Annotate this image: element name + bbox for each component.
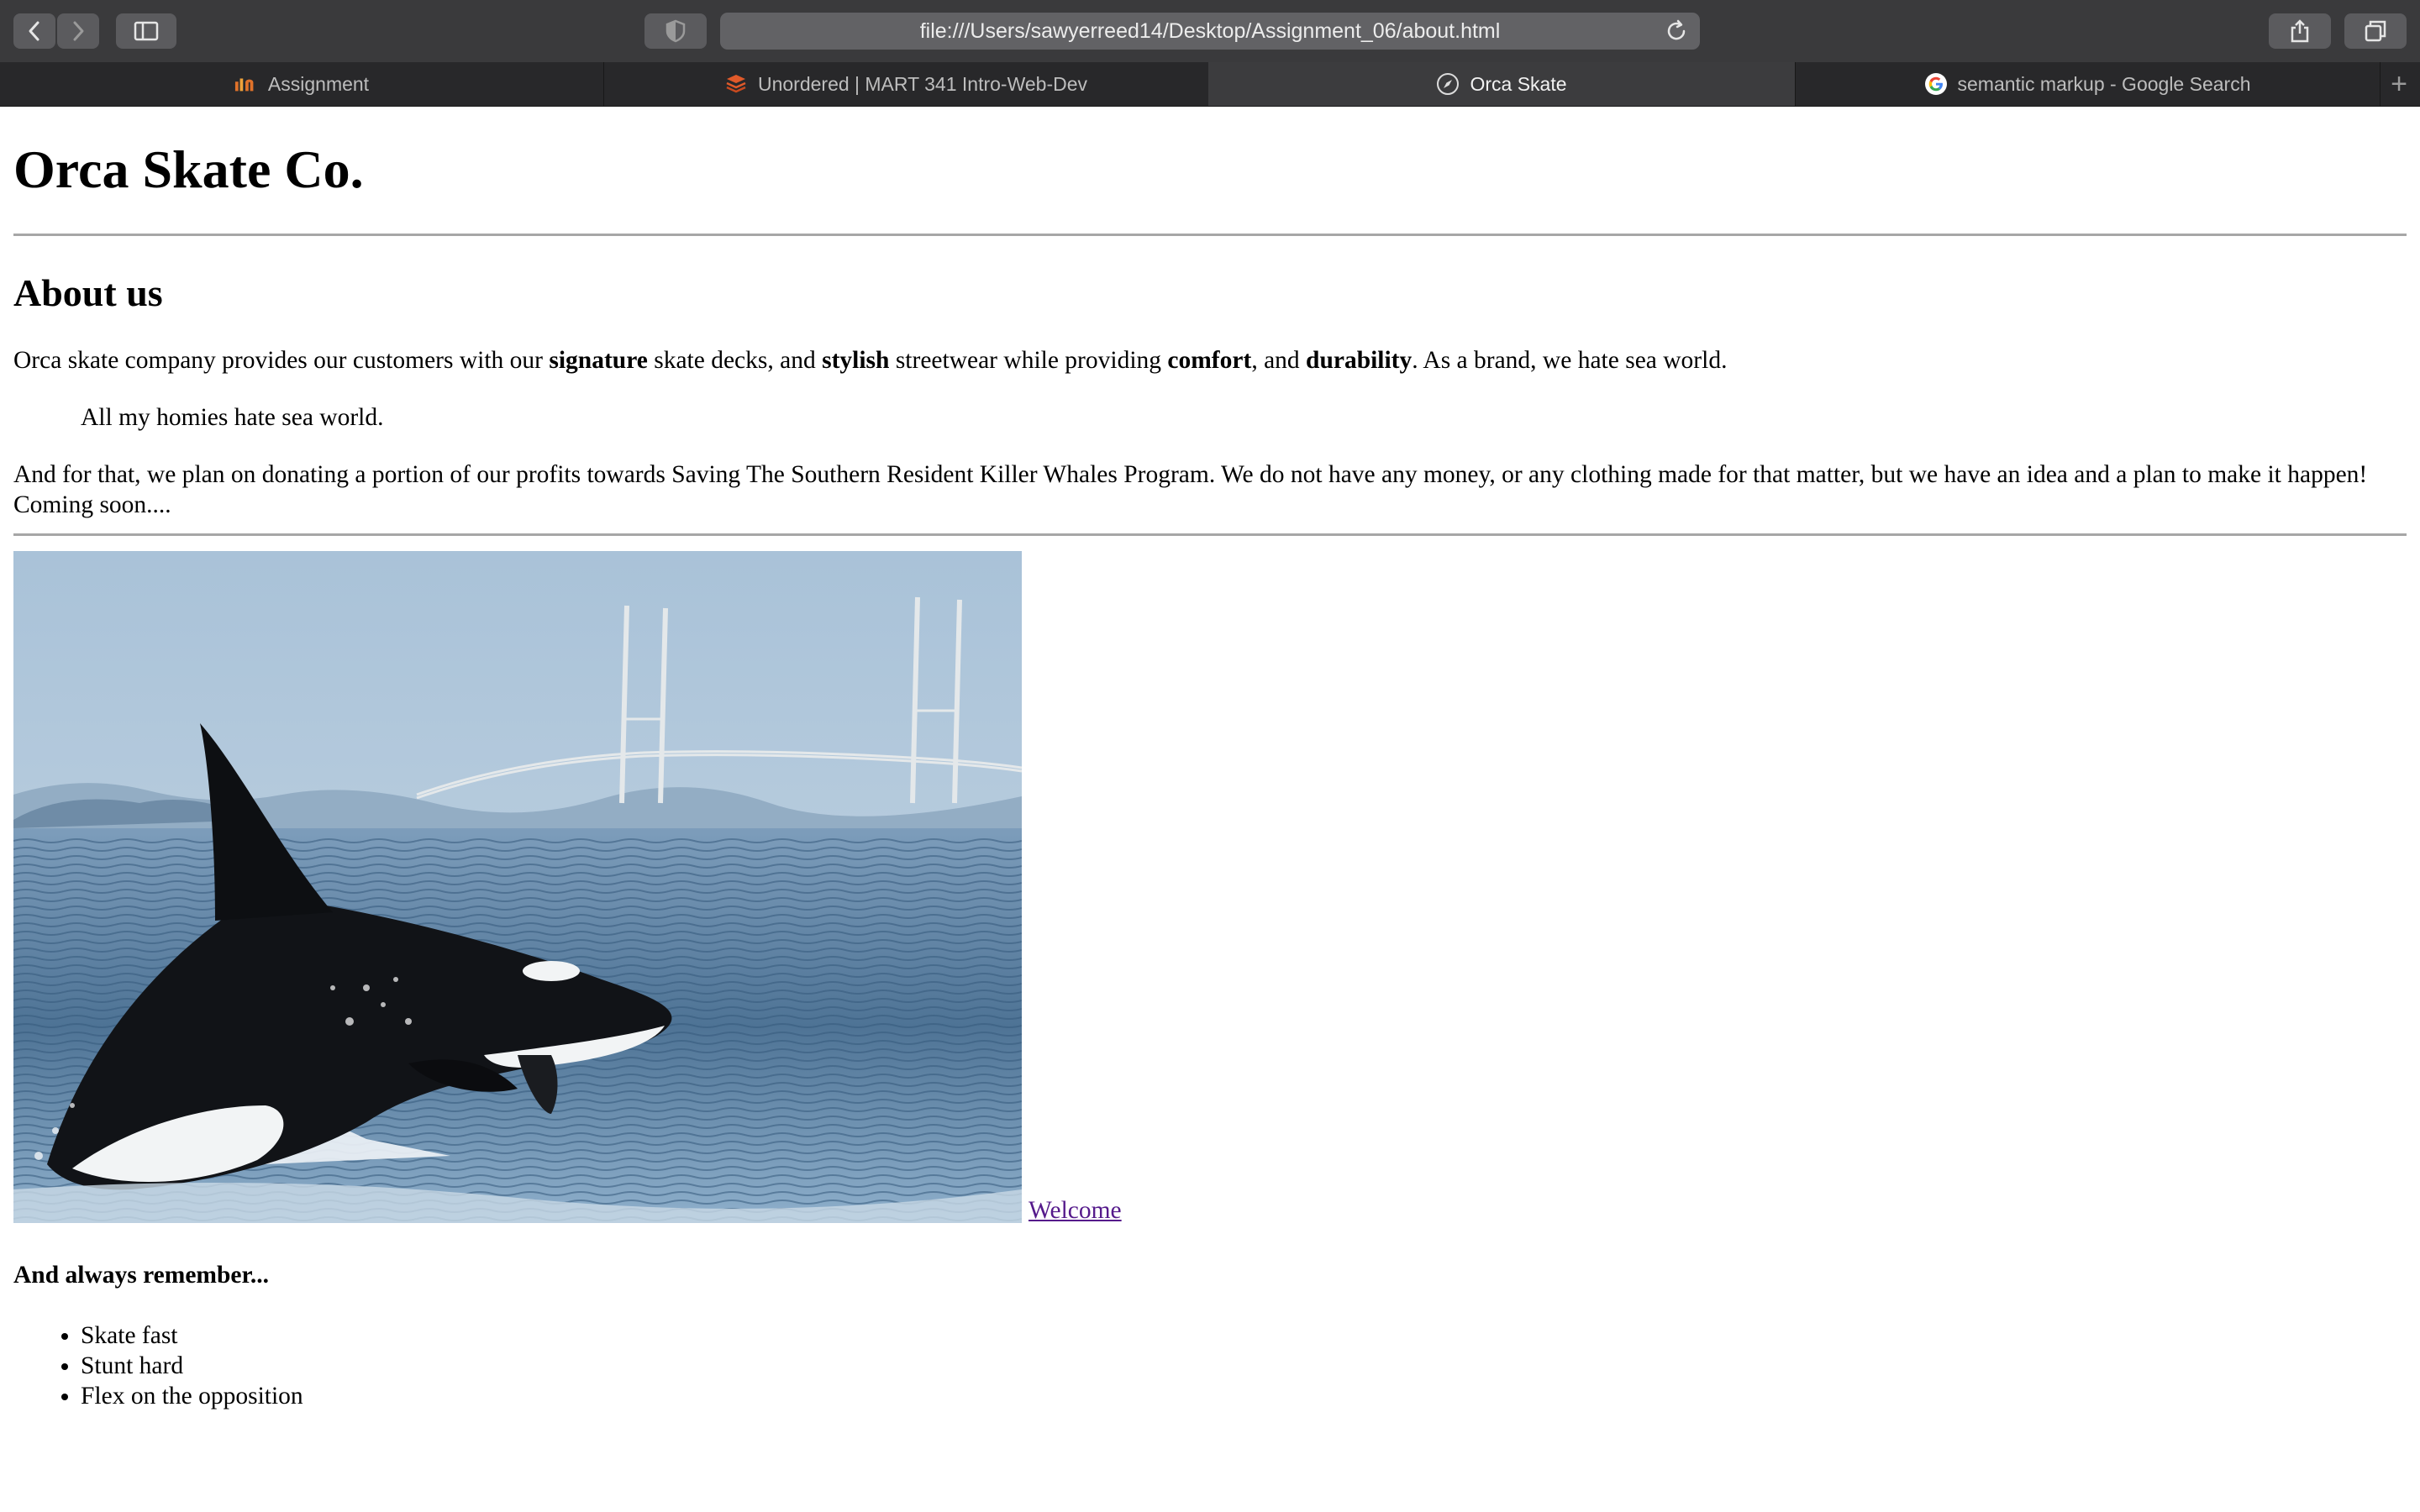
page-content: Orca Skate Co. About us Orca skate compa… [13,106,2407,1411]
privacy-report-button[interactable] [644,13,707,49]
media-row: Welcome [13,551,2407,1223]
plus-icon: + [2391,67,2407,100]
chevron-right-icon [73,21,84,41]
list-item: Stunt hard [81,1351,2407,1381]
share-button[interactable] [2269,13,2331,49]
reload-icon[interactable] [1664,18,1689,44]
intro-bold-durability: durability [1306,347,1413,374]
intro-paragraph: Orca skate company provides our customer… [13,345,2407,375]
browser-toolbar: file:///Users/sawyerreed14/Desktop/Assig… [0,0,2420,62]
forward-button[interactable] [57,13,99,49]
google-icon [1924,72,1948,96]
intro-text: Orca skate company provides our customer… [13,347,550,374]
remember-list: Skate fast Stunt hard Flex on the opposi… [13,1320,2407,1411]
tabs-icon [2365,20,2386,42]
tab-unordered[interactable]: Unordered | MART 341 Intro-Web-Dev [603,62,1209,106]
intro-text: . As a brand, we hate sea world. [1412,347,1728,374]
sidebar-icon [134,21,159,41]
tab-google-search[interactable]: semantic markup - Google Search [1795,62,2381,106]
intro-text: streetwear while providing [889,347,1168,374]
share-icon [2291,19,2309,43]
compass-icon [1436,72,1460,96]
intro-text: , and [1251,347,1307,374]
orca-photo [13,551,1022,1223]
section-heading: About us [13,271,163,314]
url-text: file:///Users/sawyerreed14/Desktop/Assig… [919,18,1501,43]
address-bar[interactable]: file:///Users/sawyerreed14/Desktop/Assig… [720,13,1700,50]
tab-assignment[interactable]: Assignment [0,62,604,106]
intro-bold-stylish: stylish [822,347,890,374]
intro-bold-comfort: comfort [1167,347,1252,374]
sidebar-toggle-button[interactable] [116,13,176,49]
new-tab-button[interactable]: + [2378,62,2420,106]
html-layers-icon [724,72,748,96]
divider-top [13,234,2407,236]
list-item: Flex on the opposition [81,1381,2407,1411]
tab-label: Unordered | MART 341 Intro-Web-Dev [757,72,1088,95]
welcome-link[interactable]: Welcome [1028,1198,1122,1223]
mission-paragraph: And for that, we plan on donating a port… [13,461,2368,518]
tab-label: Assignment [267,72,370,95]
tab-bar: Assignment Unordered | MART 341 Intro-We… [0,62,2420,107]
remember-heading: And always remember... [13,1262,270,1289]
tab-orca-skate[interactable]: Orca Skate [1208,62,1796,106]
intro-text: skate decks, and [647,347,823,374]
chevron-left-icon [29,21,39,41]
list-item: Skate fast [81,1320,2407,1351]
tab-label: Orca Skate [1470,72,1567,95]
page-title: Orca Skate Co. [13,139,364,199]
tab-overview-button[interactable] [2344,13,2407,49]
divider-bottom [13,533,2407,536]
instructure-icon [234,72,258,96]
intro-bold-signature: signature [549,347,648,374]
back-button[interactable] [13,13,55,49]
shield-icon [666,19,686,43]
quote: All my homies hate sea world. [81,404,384,431]
tab-label: semantic markup - Google Search [1957,72,2251,95]
